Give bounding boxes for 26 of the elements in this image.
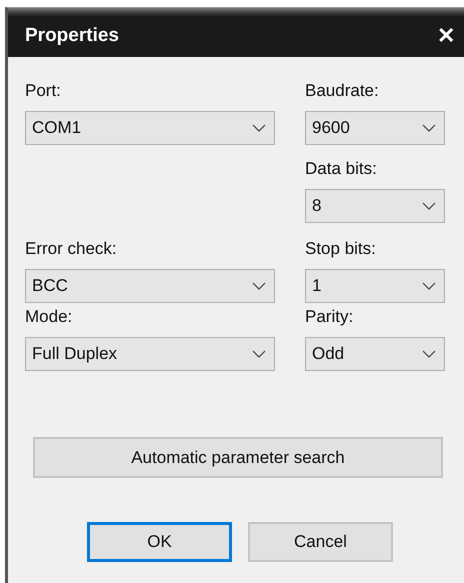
chevron-down-icon (422, 282, 436, 290)
field-label: Mode: (25, 306, 74, 328)
dropdown[interactable]: COM1 (25, 111, 275, 145)
dropdown[interactable]: BCC (25, 269, 275, 303)
chevron-down-icon (422, 124, 436, 132)
dropdown[interactable]: 8 (305, 189, 445, 223)
field-label: Data bits: (305, 158, 378, 180)
cancel-button[interactable]: Cancel (248, 522, 393, 562)
chevron-down-icon (252, 124, 266, 132)
chevron-down-icon (252, 350, 266, 358)
field-label: Error check: (25, 238, 118, 260)
field-label: Port: (25, 80, 62, 102)
field-label: Parity: (305, 306, 354, 328)
field-label: Baudrate: (305, 80, 380, 102)
ok-button[interactable]: OK (87, 522, 232, 562)
chevron-down-icon (252, 282, 266, 290)
chevron-down-icon (422, 350, 436, 358)
dropdown[interactable]: Odd (305, 337, 445, 371)
window-title: Properties (25, 24, 119, 46)
search-button[interactable]: Automatic parameter search (33, 437, 443, 478)
field-label: Stop bits: (305, 238, 377, 260)
dropdown[interactable]: 9600 (305, 111, 445, 145)
close-icon[interactable]: ✕ (437, 22, 455, 48)
dropdown[interactable]: Full Duplex (25, 337, 275, 371)
chevron-down-icon (422, 202, 436, 210)
dropdown[interactable]: 1 (305, 269, 445, 303)
